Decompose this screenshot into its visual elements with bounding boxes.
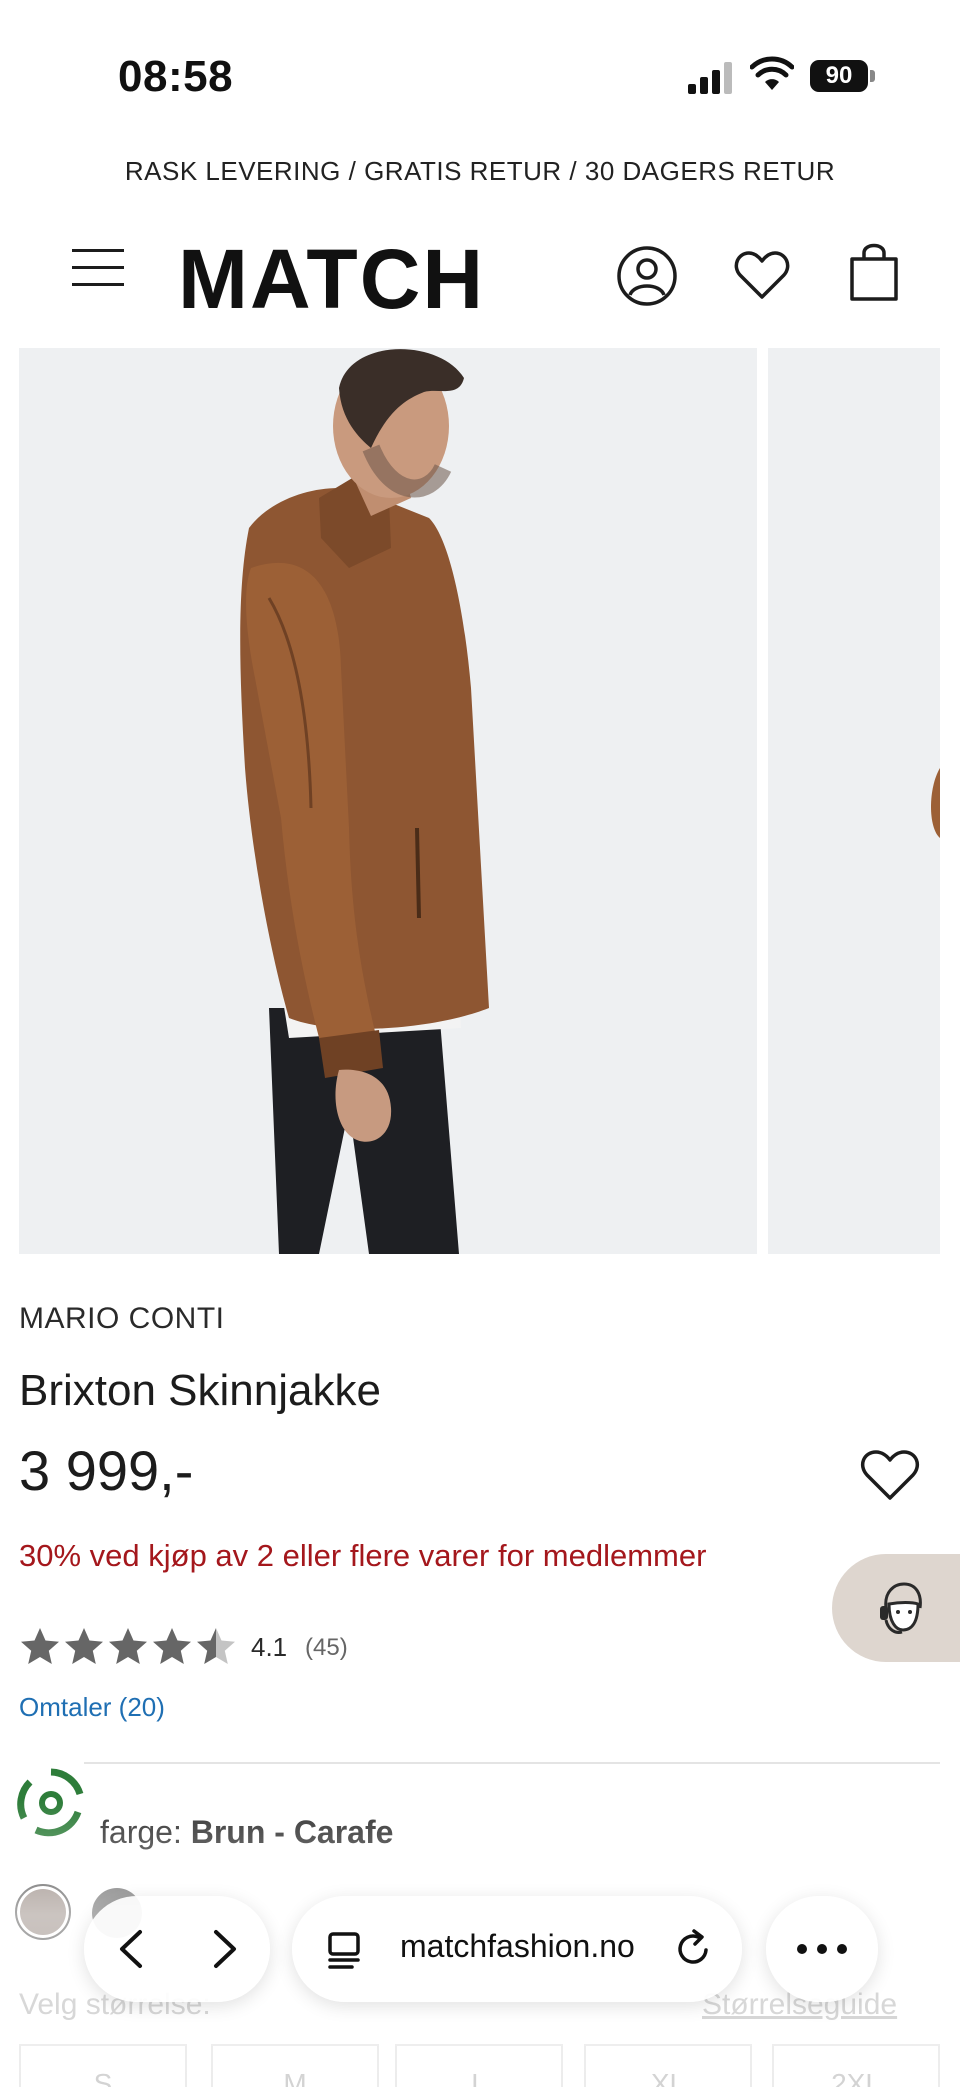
account-icon[interactable]: [616, 245, 678, 307]
address-bar[interactable]: matchfashion.no: [292, 1896, 742, 2002]
sustainability-badge-icon[interactable]: [16, 1768, 86, 1838]
status-time: 08:58: [118, 52, 234, 101]
tab-overview-icon[interactable]: [326, 1930, 366, 1970]
size-option-m[interactable]: M: [211, 2044, 379, 2087]
cellular-signal-icon: [688, 62, 732, 94]
product-title: Brixton Skinnjakke: [19, 1366, 381, 1415]
divider: [84, 1762, 940, 1764]
browser-more-button[interactable]: [766, 1896, 878, 2002]
customer-service-chat-button[interactable]: [832, 1554, 960, 1662]
site-header: MATCH: [0, 225, 960, 330]
product-image-main[interactable]: [19, 348, 757, 1254]
size-option-s[interactable]: S: [19, 2044, 187, 2087]
product-price: 3 999,-: [19, 1439, 194, 1502]
selected-color-label: farge: Brun - Carafe: [100, 1814, 393, 1851]
add-to-wishlist-heart-icon[interactable]: [860, 1448, 920, 1502]
size-option-2xl[interactable]: 2XL: [772, 2044, 940, 2087]
next-photo-peek: [768, 348, 940, 1254]
hamburger-menu-icon[interactable]: [72, 247, 124, 287]
battery-level: 90: [810, 60, 868, 92]
shopping-bag-icon[interactable]: [848, 241, 900, 303]
battery-icon: 90: [810, 60, 876, 92]
browser-nav-group: [84, 1896, 270, 2002]
rating-stars: [21, 1628, 235, 1664]
size-option-xl[interactable]: XL: [584, 2044, 752, 2087]
product-image-next[interactable]: [768, 348, 940, 1254]
size-option-l[interactable]: L: [395, 2044, 563, 2087]
promo-banner: RASK LEVERING / GRATIS RETUR / 30 DAGERS…: [124, 156, 836, 186]
status-bar: 08:58 90: [0, 0, 960, 140]
product-brand[interactable]: MARIO CONTI: [19, 1302, 225, 1336]
color-value: Brun - Carafe: [190, 1814, 394, 1850]
support-agent-icon: [880, 1582, 922, 1634]
rating-count: (45): [305, 1634, 348, 1661]
reload-icon[interactable]: [672, 1928, 714, 1970]
forward-chevron-icon[interactable]: [202, 1928, 244, 1970]
back-chevron-icon[interactable]: [112, 1928, 154, 1970]
product-image-gallery[interactable]: [0, 348, 960, 1254]
url-text: matchfashion.no: [400, 1928, 635, 1964]
reviews-link[interactable]: Omtaler (20): [19, 1692, 165, 1723]
match-logo[interactable]: MATCH: [178, 231, 485, 328]
wishlist-heart-icon[interactable]: [734, 249, 790, 301]
rating-value: 4.1: [251, 1632, 288, 1662]
color-swatch-brun-carafe[interactable]: [15, 1884, 71, 1940]
more-options-icon: [797, 1944, 847, 1954]
member-offer-text: 30% ved kjøp av 2 eller flere varer for …: [19, 1538, 707, 1573]
wifi-icon: [750, 56, 794, 90]
model-leather-jacket-photo: [19, 348, 757, 1254]
color-prefix: farge:: [100, 1814, 191, 1850]
